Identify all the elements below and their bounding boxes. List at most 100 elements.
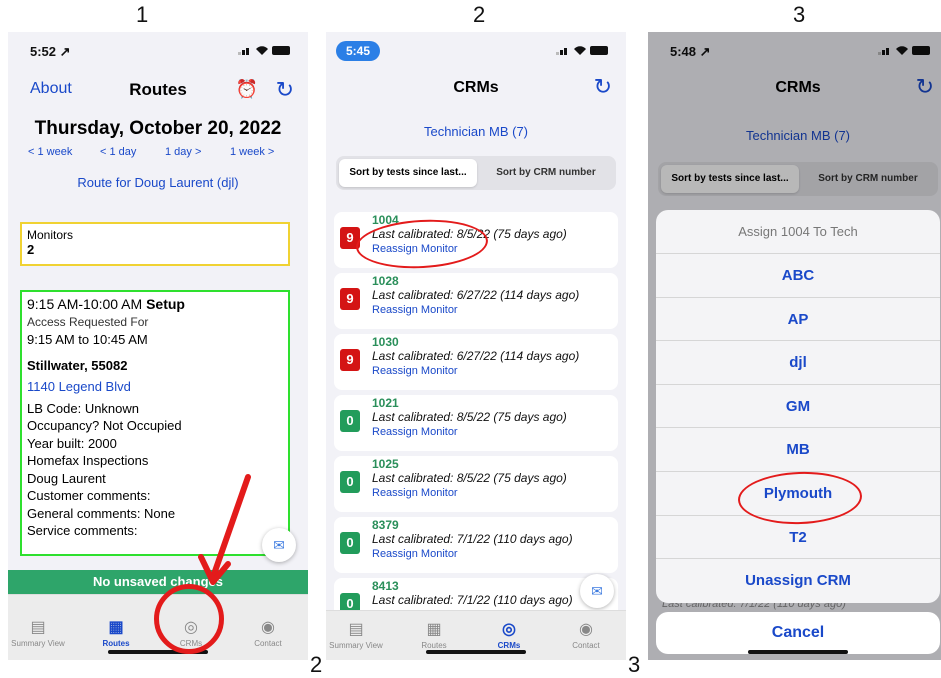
home-indicator — [426, 650, 526, 654]
tab-summary-view[interactable]: ▤ Summary View — [326, 619, 386, 650]
sort-segmented-control: Sort by tests since last... Sort by CRM … — [336, 156, 616, 190]
sort-by-number-button[interactable]: Sort by CRM number — [477, 159, 615, 187]
save-status-bar: No unsaved changes — [8, 570, 308, 594]
tab-routes[interactable]: ▦ Routes — [86, 617, 146, 648]
monitors-card[interactable]: Monitors 2 — [20, 222, 290, 266]
phone-panel-routes: 5:52 ↗ About Routes ⏰ ↻ Thursday, Octobe… — [8, 32, 308, 660]
mail-icon[interactable]: ✉ — [580, 574, 614, 608]
prev-week-link[interactable]: < 1 week — [28, 146, 72, 158]
calibration-text: Last calibrated: 8/5/22 (75 days ago) — [372, 471, 567, 485]
battery-icon — [590, 46, 608, 55]
reassign-monitor-link[interactable]: Reassign Monitor — [372, 426, 458, 438]
refresh-icon[interactable]: ↻ — [594, 74, 612, 100]
appointment-type: Setup — [146, 296, 185, 312]
panel-number-2: 2 — [473, 2, 486, 27]
tab-label: Routes — [421, 641, 447, 650]
detail-line: LB Code: Unknown — [27, 400, 140, 416]
annotation-arrow — [198, 474, 251, 585]
calibration-text: Last calibrated: 6/27/22 (114 days ago) — [372, 349, 580, 363]
reassign-monitor-link[interactable]: Reassign Monitor — [372, 365, 458, 377]
tab-routes[interactable]: ▦ Routes — [404, 619, 464, 650]
crm-number: 1021 — [372, 396, 399, 410]
cancel-button[interactable]: Cancel — [656, 612, 940, 654]
wifi-icon — [256, 46, 268, 55]
tab-label: Routes — [102, 639, 130, 648]
appointment-address-link[interactable]: 1140 Legend Blvd — [27, 378, 283, 396]
date-heading: Thursday, October 20, 2022 — [34, 118, 282, 139]
calibration-text: Last calibrated: 8/5/22 (75 days ago) — [372, 410, 567, 424]
option-ap[interactable]: AP — [656, 298, 940, 342]
tab-label: Contact — [572, 641, 600, 650]
route-link[interactable]: Route for Doug Laurent (djl) — [8, 175, 308, 190]
status-badge: 0 — [340, 532, 360, 554]
option-mb[interactable]: MB — [656, 428, 940, 472]
refresh-icon[interactable]: ↻ — [276, 77, 294, 103]
status-bar: 5:45 — [326, 41, 626, 64]
calibration-text: Last calibrated: 6/27/22 (114 days ago) — [372, 288, 580, 302]
next-day-link[interactable]: 1 day > — [165, 146, 201, 158]
next-week-link[interactable]: 1 week > — [230, 146, 274, 158]
annotation-circle — [154, 584, 224, 654]
crm-row[interactable]: 0 8379 Last calibrated: 7/1/22 (110 days… — [334, 517, 618, 573]
document-icon: ▤ — [348, 621, 364, 638]
crm-number: 8379 — [372, 518, 399, 532]
action-sheet: Assign 1004 To Tech ABC AP djl GM MB Ply… — [656, 210, 940, 603]
status-time: 5:52 ↗ — [30, 44, 71, 59]
phone-panel-crms: 5:45 CRMs ↻ Technician MB (7) Sort by te… — [326, 32, 626, 660]
tab-contact[interactable]: ◉ Contact — [556, 619, 616, 650]
tab-label: Contact — [254, 639, 282, 648]
nav-bar: About Routes ⏰ ↻ — [8, 77, 308, 107]
mail-icon[interactable]: ✉ — [262, 528, 296, 562]
tab-label: Summary View — [11, 639, 65, 648]
crm-row[interactable]: 9 1030 Last calibrated: 6/27/22 (114 day… — [334, 334, 618, 390]
crm-number: 1025 — [372, 457, 399, 471]
alarm-icon[interactable]: ⏰ — [236, 79, 258, 100]
tab-summary-view[interactable]: ▤ Summary View — [8, 617, 68, 648]
document-icon: ▤ — [30, 619, 46, 636]
calendar-icon: ▦ — [108, 619, 124, 636]
status-badge: 9 — [340, 288, 360, 310]
option-djl[interactable]: djl — [656, 341, 940, 385]
status-time: 5:45 — [336, 41, 381, 61]
option-gm[interactable]: GM — [656, 385, 940, 429]
calibration-text: Last calibrated: 7/1/22 (110 days ago) — [372, 593, 573, 607]
sort-by-tests-button[interactable]: Sort by tests since last... — [339, 159, 477, 187]
monitors-value: 2 — [27, 242, 35, 257]
tab-label: CRMs — [497, 641, 521, 650]
prev-day-link[interactable]: < 1 day — [100, 146, 136, 158]
detail-line: Year built: 2000 — [27, 435, 117, 451]
target-icon: ◎ — [502, 621, 516, 638]
crm-row[interactable]: 0 1021 Last calibrated: 8/5/22 (75 days … — [334, 395, 618, 451]
tab-contact[interactable]: ◉ Contact — [238, 617, 298, 648]
reassign-monitor-link[interactable]: Reassign Monitor — [372, 304, 458, 316]
battery-icon — [272, 46, 290, 55]
person-icon: ◉ — [261, 619, 275, 636]
page-title: Routes — [129, 80, 187, 99]
detail-line: Homefax Inspections — [27, 453, 149, 468]
panel-number-3: 3 — [793, 2, 806, 27]
appointment-time: 9:15 AM-10:00 AM — [27, 296, 143, 312]
reassign-monitor-link[interactable]: Reassign Monitor — [372, 487, 458, 499]
crm-row[interactable]: 0 1025 Last calibrated: 8/5/22 (75 days … — [334, 456, 618, 512]
crm-row[interactable]: 9 1028 Last calibrated: 6/27/22 (114 day… — [334, 273, 618, 329]
tab-crms[interactable]: ◎ CRMs — [479, 619, 539, 650]
detail-line: Occupancy? Not Occupied — [27, 418, 182, 433]
technician-link[interactable]: Technician MB (7) — [326, 124, 626, 139]
wifi-icon — [574, 46, 586, 55]
crm-number: 8413 — [372, 579, 399, 593]
status-badge: 9 — [340, 349, 360, 371]
appointment-city: Stillwater, 55082 — [27, 357, 128, 373]
bottom-label-3: 3 — [628, 652, 641, 677]
action-sheet-title: Assign 1004 To Tech — [656, 210, 940, 254]
reassign-monitor-link[interactable]: Reassign Monitor — [372, 548, 458, 560]
option-unassign-crm[interactable]: Unassign CRM — [656, 559, 940, 603]
calendar-icon: ▦ — [426, 621, 442, 638]
option-abc[interactable]: ABC — [656, 254, 940, 298]
phone-panel-assign: 5:48 ↗ CRMs ↻ Technician MB (7) Sort by … — [648, 32, 941, 660]
appointment-time-row: 9:15 AM-10:00 AM Setup — [27, 296, 283, 314]
crm-number: 1028 — [372, 274, 399, 288]
access-time: 9:15 AM to 10:45 AM — [27, 332, 148, 347]
crm-number: 1030 — [372, 335, 399, 349]
monitors-label: Monitors — [27, 228, 74, 242]
signal-icon — [556, 48, 567, 55]
